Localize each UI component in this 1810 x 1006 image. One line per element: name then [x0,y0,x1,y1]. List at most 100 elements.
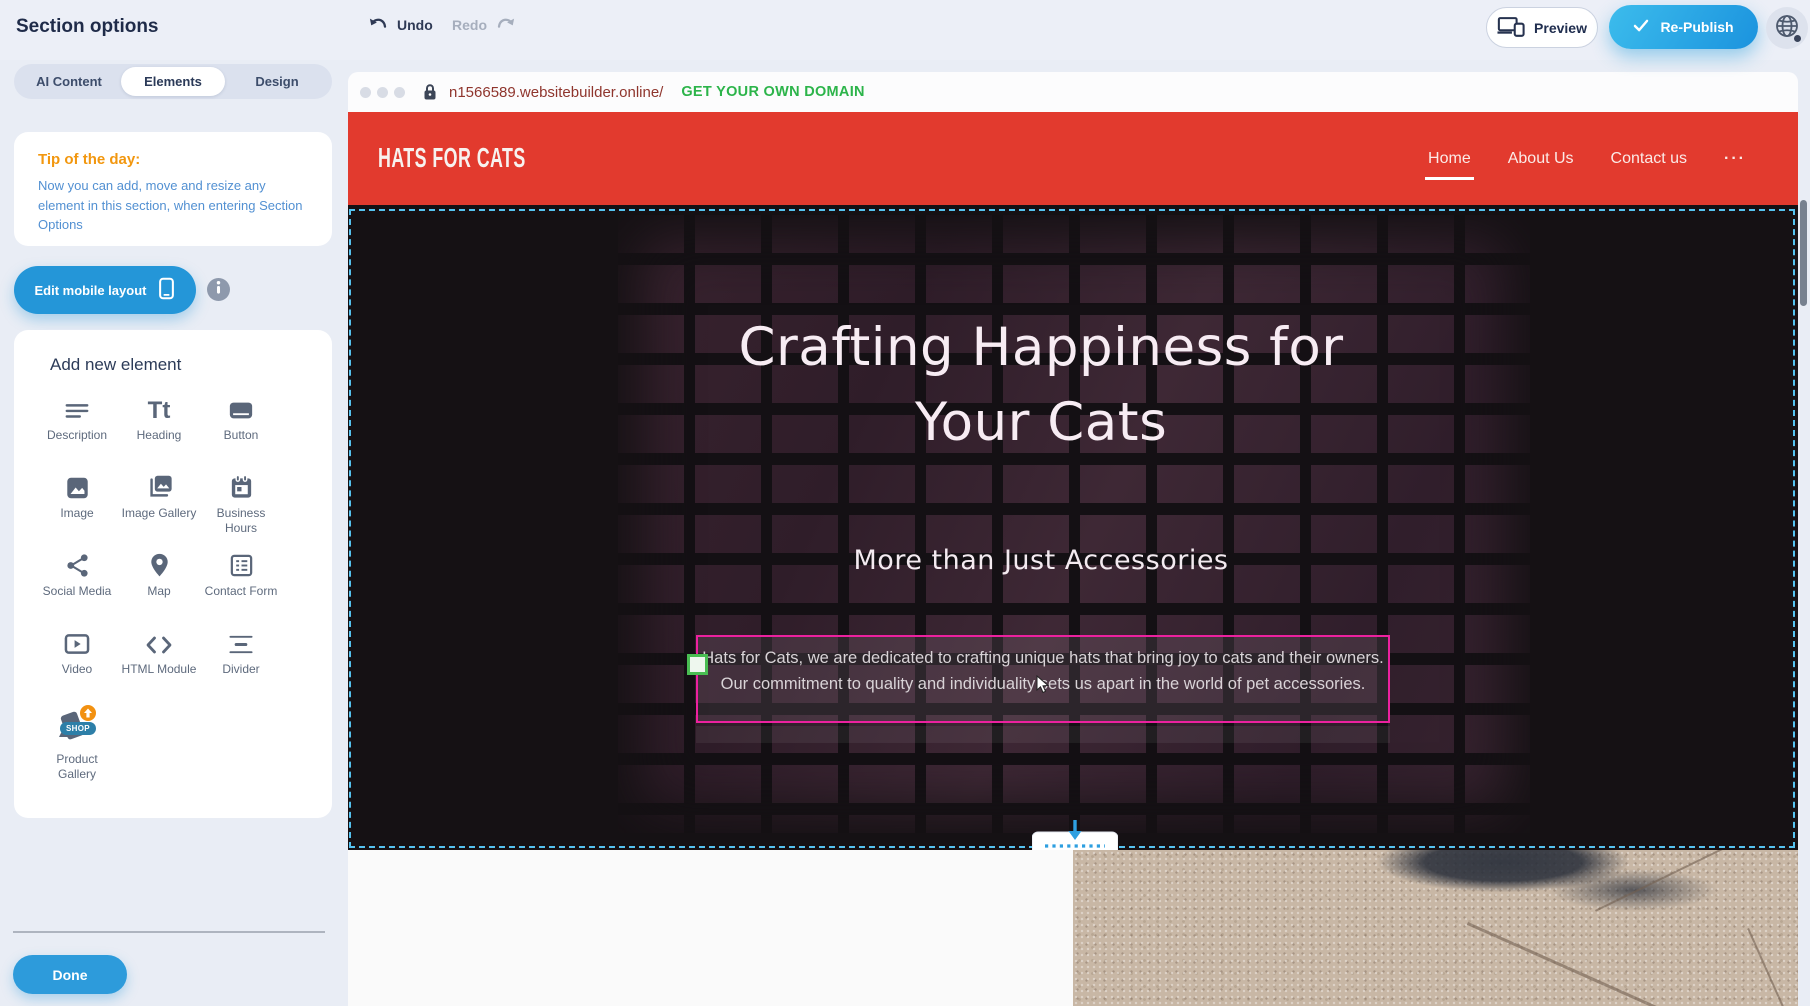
element-drag-handle[interactable] [687,654,708,675]
republish-button[interactable]: Re-Publish [1609,5,1758,49]
element-video[interactable]: Video [36,625,118,703]
notification-dot [1794,35,1801,42]
tab-design[interactable]: Design [225,67,329,96]
undo-button[interactable]: Undo [368,16,433,34]
sidebar-divider [13,931,325,933]
site-header[interactable]: HATS FOR CATS Home About Us Contact us ·… [348,112,1798,205]
element-contact-form[interactable]: Contact Form [200,547,282,625]
next-section[interactable] [348,850,1798,1006]
nav-more-button[interactable]: ··· [1724,150,1746,168]
element-business-hours[interactable]: Business Hours [200,469,282,547]
nav-item-about-us[interactable]: About Us [1508,150,1574,168]
button-icon [200,391,282,423]
element-label: Button [200,428,282,443]
browser-window-dots [360,87,405,98]
nav-item-home[interactable]: Home [1428,150,1471,168]
image-icon [36,469,118,501]
edit-mobile-layout-button[interactable]: Edit mobile layout [14,266,196,314]
element-label: Image Gallery [118,506,200,521]
nav-item-contact-us[interactable]: Contact us [1611,150,1687,168]
page-scrollbar[interactable] [1800,200,1807,306]
element-label: HTML Module [118,662,200,677]
hero-heading-line1[interactable]: Crafting Happiness for [348,310,1766,385]
undo-icon [368,16,389,34]
devices-icon [1497,16,1525,40]
get-domain-link[interactable]: GET YOUR OWN DOMAIN [681,84,864,100]
done-button[interactable]: Done [13,955,127,994]
divider-icon [200,625,282,657]
redo-button[interactable]: Redo [452,16,516,34]
shop-badge: SHOP [60,722,96,735]
html-module-icon [118,625,200,657]
section-resize-handle[interactable] [1032,819,1118,850]
hero-subheading[interactable]: More than Just Accessories [348,545,1766,576]
map-icon [118,547,200,579]
element-social-media[interactable]: Social Media [36,547,118,625]
info-icon [213,281,224,299]
undo-label: Undo [397,17,433,33]
element-button[interactable]: Button [200,391,282,469]
pavement-seam [1467,922,1798,1006]
window-dot [394,87,405,98]
element-product-gallery[interactable]: SHOP Product Gallery [36,703,118,781]
republish-label: Re-Publish [1660,19,1733,35]
preview-button[interactable]: Preview [1486,7,1598,48]
element-drop-hint [696,726,1390,743]
preview-label: Preview [1534,20,1587,36]
redo-icon [495,16,516,34]
hero-section-selected[interactable]: Crafting Happiness for Your Cats More th… [348,205,1798,850]
contact-form-icon [200,547,282,579]
window-dot [360,87,371,98]
business-hours-icon [200,469,282,501]
element-label: Business Hours [200,506,282,536]
hero-content: Crafting Happiness for Your Cats More th… [348,310,1766,576]
site-url[interactable]: n1566589.websitebuilder.online/ [449,84,663,101]
tip-title: Tip of the day: [38,151,332,168]
element-label: Image [36,506,118,521]
redo-label: Redo [452,17,487,33]
editor-canvas: n1566589.websitebuilder.online/ GET YOUR… [348,60,1810,1006]
image-gallery-icon [118,469,200,501]
tab-elements[interactable]: Elements [121,67,225,96]
mouse-cursor [1036,675,1050,700]
window-dot [377,87,388,98]
info-button[interactable] [207,278,230,301]
element-label: Heading [118,428,200,443]
element-image-gallery[interactable]: Image Gallery [118,469,200,547]
phone-icon [158,277,175,303]
lock-icon [423,83,437,101]
tip-body: Now you can add, move and resize any ele… [38,176,310,235]
element-html-module[interactable]: HTML Module [118,625,200,703]
social-media-icon [36,547,118,579]
element-map[interactable]: Map [118,547,200,625]
video-icon [36,625,118,657]
language-globe-button[interactable] [1766,7,1808,49]
element-image[interactable]: Image [36,469,118,547]
next-section-pavement-photo [1073,850,1798,1006]
check-icon [1633,19,1649,35]
heading-icon: Tt [118,391,200,423]
element-label: Product Gallery [36,752,118,782]
add-new-element-title: Add new element [14,330,332,375]
tip-of-the-day-card: Tip of the day: Now you can add, move an… [14,132,332,246]
product-gallery-icon: SHOP [36,703,118,747]
edit-mobile-layout-label: Edit mobile layout [35,283,147,298]
next-section-white-area [348,850,1073,1006]
element-label: Description [36,428,118,443]
element-divider[interactable]: Divider [200,625,282,703]
element-label: Divider [200,662,282,677]
element-description[interactable]: Description [36,391,118,469]
tab-ai-content[interactable]: AI Content [17,67,121,96]
page-title: Section options [16,16,159,38]
element-grid: Description Tt Heading Button Image [36,391,332,781]
hero-paragraph-line1: Hats for Cats, we are dedicated to craft… [698,646,1388,672]
pavement-seam [1595,850,1762,912]
browser-bar: n1566589.websitebuilder.online/ GET YOUR… [348,72,1798,112]
topbar: Section options Undo Redo Preview Re-Pub… [0,0,1810,60]
site-nav: Home About Us Contact us ··· [1428,150,1746,168]
element-label: Social Media [36,584,118,599]
pavement-seam [1747,928,1798,1006]
site-logo[interactable]: HATS FOR CATS [378,143,526,174]
hero-heading-line2[interactable]: Your Cats [348,385,1766,460]
element-heading[interactable]: Tt Heading [118,391,200,469]
